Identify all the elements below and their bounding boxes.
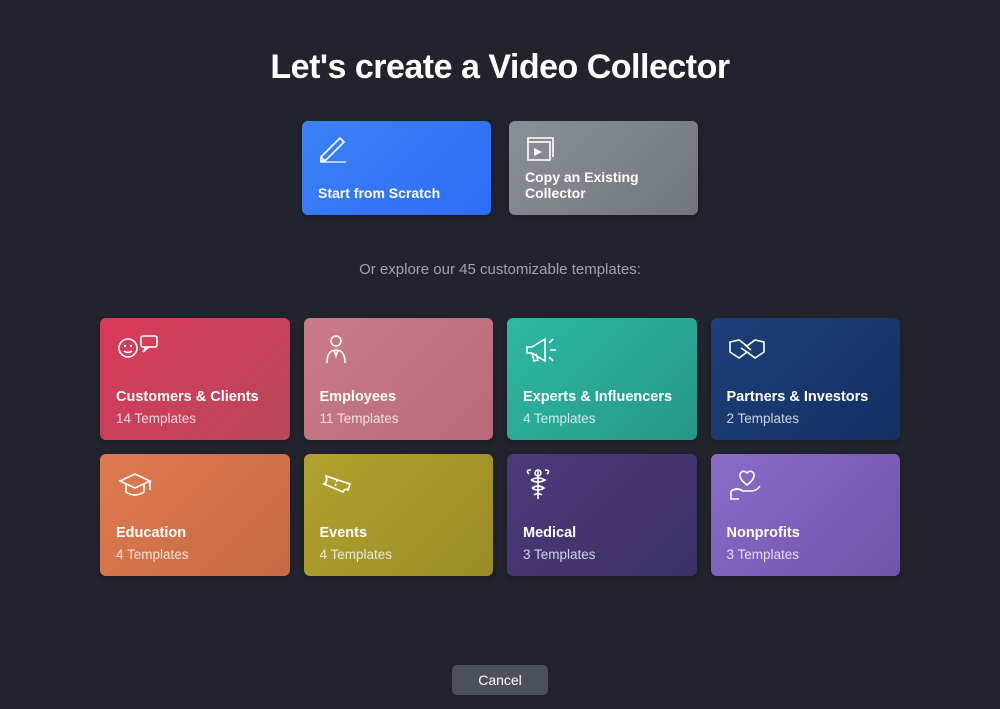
category-title: Partners & Investors [727,389,885,405]
category-title: Experts & Influencers [523,389,681,405]
handshake-icon [727,332,885,366]
graduation-cap-icon [116,468,274,502]
category-count: 3 Templates [727,547,885,562]
pencil-icon [318,135,475,163]
start-from-scratch-card[interactable]: Start from Scratch [302,121,491,215]
caduceus-icon [523,468,681,502]
category-count: 3 Templates [523,547,681,562]
category-medical[interactable]: Medical 3 Templates [507,454,697,576]
page-title: Let's create a Video Collector [0,48,1000,87]
category-title: Nonprofits [727,525,885,541]
copy-existing-card[interactable]: Copy an Existing Collector [509,121,698,215]
copy-video-icon [525,135,682,163]
category-experts-influencers[interactable]: Experts & Influencers 4 Templates [507,318,697,440]
category-nonprofits[interactable]: Nonprofits 3 Templates [711,454,901,576]
start-from-scratch-label: Start from Scratch [318,185,475,201]
footer: Cancel [0,665,1000,695]
megaphone-icon [523,332,681,366]
category-title: Medical [523,525,681,541]
top-actions: Start from Scratch Copy an Existing Coll… [0,121,1000,215]
category-count: 11 Templates [320,411,478,426]
category-count: 4 Templates [320,547,478,562]
category-count: 4 Templates [523,411,681,426]
customers-icon [116,332,274,366]
category-count: 2 Templates [727,411,885,426]
heart-hand-icon [727,468,885,502]
category-title: Events [320,525,478,541]
employees-icon [320,332,478,366]
category-employees[interactable]: Employees 11 Templates [304,318,494,440]
category-count: 4 Templates [116,547,274,562]
cancel-button[interactable]: Cancel [452,665,548,695]
template-categories-grid: Customers & Clients 14 Templates Employe… [100,318,900,576]
templates-subtext: Or explore our 45 customizable templates… [0,261,1000,278]
category-customers-clients[interactable]: Customers & Clients 14 Templates [100,318,290,440]
category-events[interactable]: Events 4 Templates [304,454,494,576]
category-partners-investors[interactable]: Partners & Investors 2 Templates [711,318,901,440]
category-title: Education [116,525,274,541]
category-count: 14 Templates [116,411,274,426]
ticket-icon [320,468,478,502]
category-title: Customers & Clients [116,389,274,405]
copy-existing-label: Copy an Existing Collector [525,169,682,201]
category-education[interactable]: Education 4 Templates [100,454,290,576]
category-title: Employees [320,389,478,405]
